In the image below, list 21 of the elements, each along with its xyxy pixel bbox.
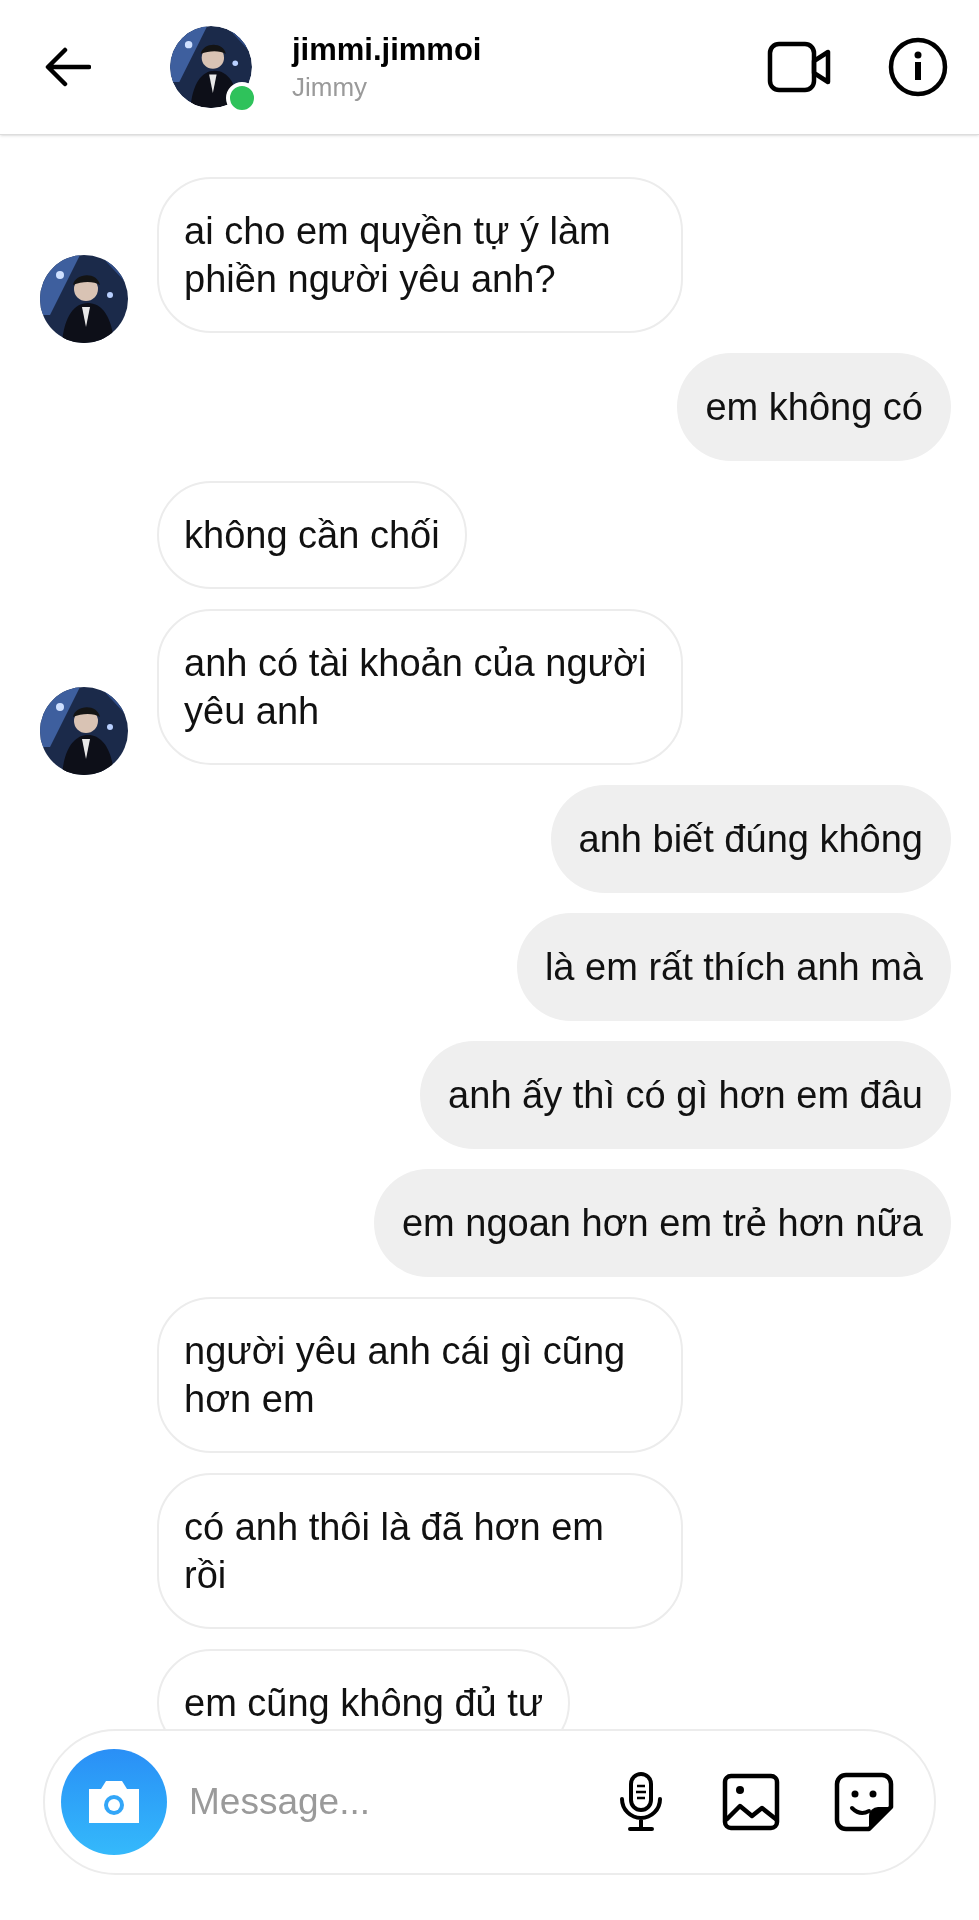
received-message-bubble: anh có tài khoản của người yêu anh (157, 609, 683, 765)
sent-message-bubble: anh biết đúng không (550, 785, 951, 893)
sent-message-bubble: anh ấy thì có gì hơn em đâu (420, 1041, 951, 1149)
received-message-bubble: có anh thôi là đã hơn em rồi (157, 1473, 683, 1629)
sticker-icon[interactable] (834, 1772, 894, 1832)
info-icon (888, 37, 948, 97)
video-camera-icon (767, 41, 833, 93)
received-message-bubble: không cần chối (157, 481, 467, 589)
sent-message-bubble: là em rất thích anh mà (516, 913, 951, 1021)
sent-message-bubble: em ngoan hơn em trẻ hơn nữa (374, 1169, 951, 1277)
microphone-icon[interactable] (618, 1771, 664, 1833)
message-input[interactable]: Message... (189, 1774, 618, 1830)
display-name: Jimmy (292, 71, 369, 104)
received-message-bubble: người yêu anh cái gì cũng hơn em (157, 1297, 683, 1453)
back-arrow-icon (45, 47, 91, 87)
image-icon[interactable] (722, 1773, 780, 1831)
received-message-bubble: em cũng không đủ tư (157, 1649, 571, 1729)
sent-message-bubble: em không có (677, 353, 951, 461)
received-message-bubble: ai cho em quyền tự ý làm phiền người yêu anh? (157, 177, 683, 333)
username: jimmi.jimmoi (292, 31, 482, 69)
info-button[interactable] (887, 36, 949, 98)
